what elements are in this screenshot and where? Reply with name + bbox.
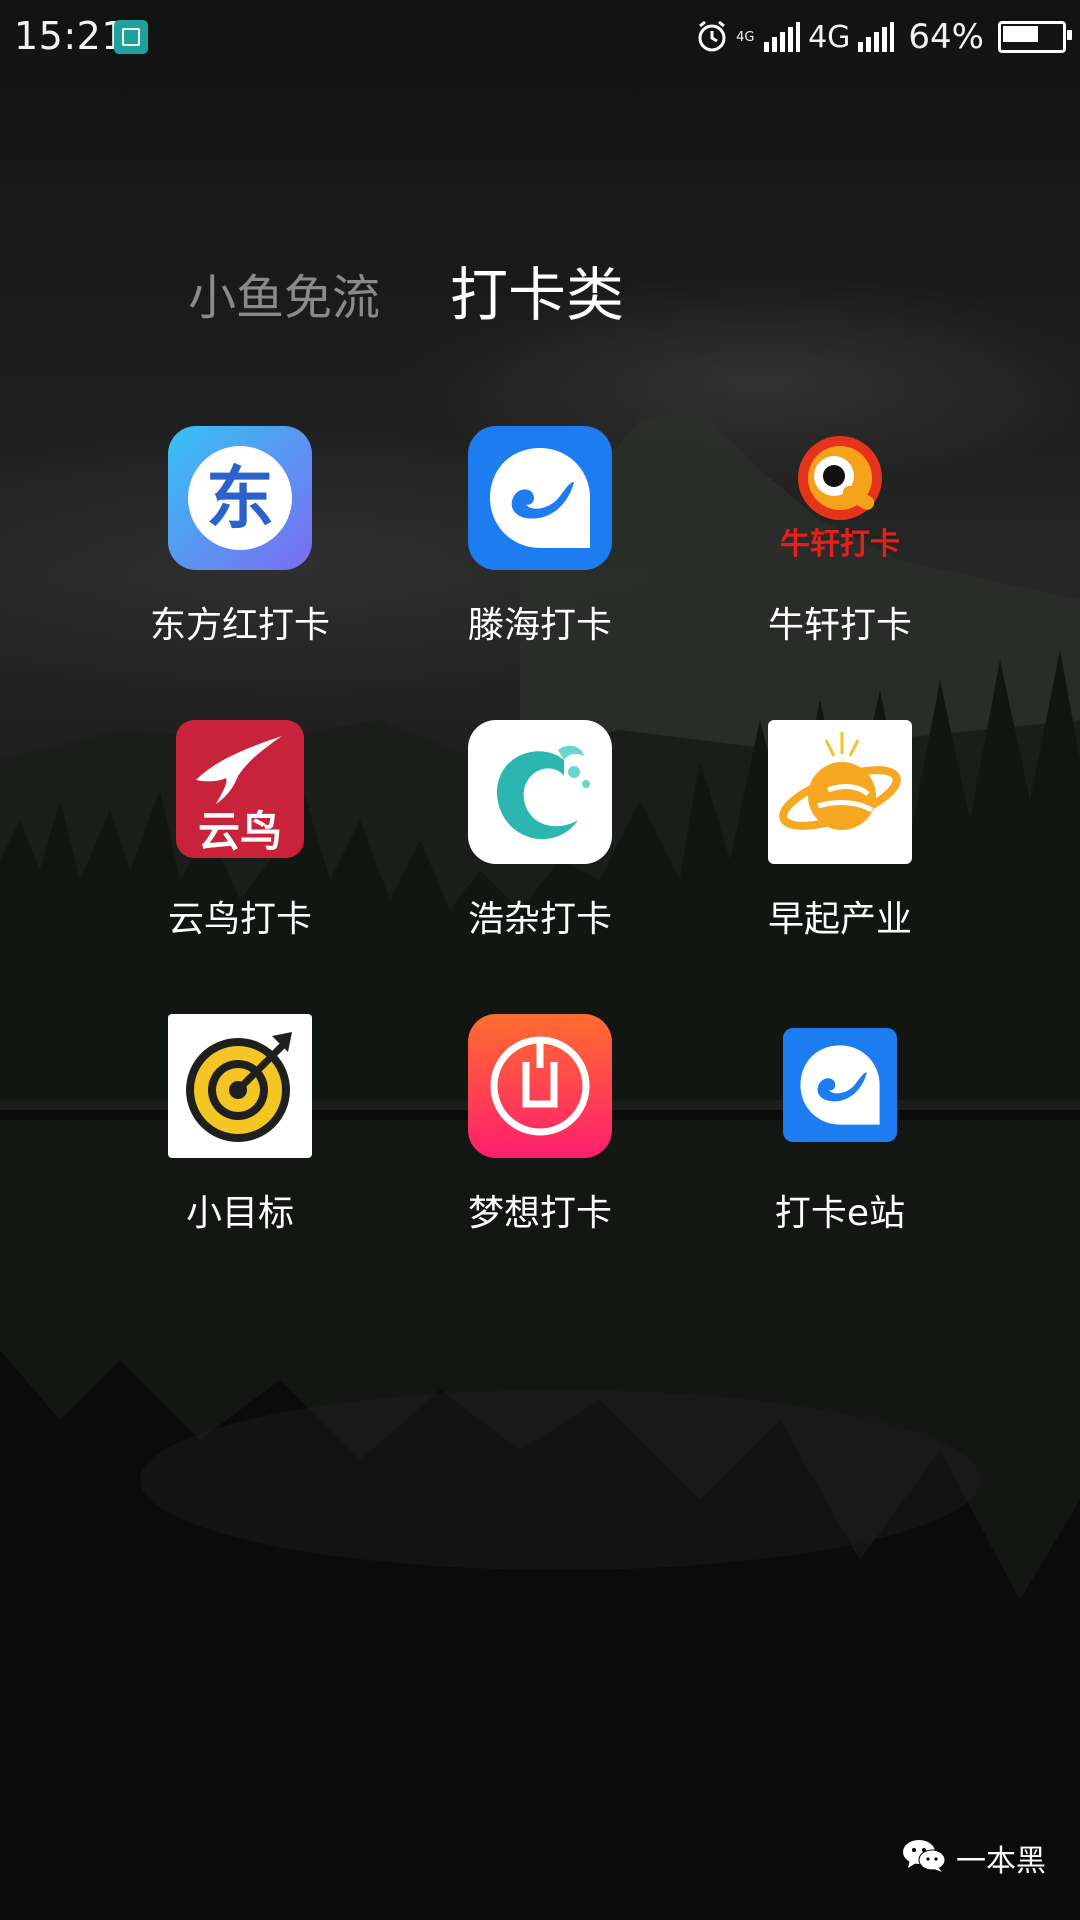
xiaomubiao-icon xyxy=(168,1014,312,1158)
home-screen: 15:21 4G 4G 64% 小鱼免流 打卡类 东 东方红打卡 滕海打卡 牛轩… xyxy=(0,0,1080,1920)
folder-tabs: 小鱼免流 打卡类 xyxy=(0,248,1080,329)
niuxuan-icon: 牛轩打卡 xyxy=(768,426,912,570)
dongfanghong-icon-text: 东 xyxy=(206,460,274,539)
alarm-icon xyxy=(696,20,728,54)
niuxuan-icon-text: 牛轩打卡 xyxy=(780,527,900,562)
app-niuxuan[interactable]: 牛轩打卡 牛轩打卡 xyxy=(720,426,960,656)
app-label: 梦想打卡 xyxy=(467,1193,612,1234)
app-xiaomubiao[interactable]: 小目标 xyxy=(120,1014,360,1244)
app-label: 云鸟打卡 xyxy=(167,899,312,940)
dongfanghong-icon: 东 xyxy=(168,426,312,570)
tab-xiaoyu[interactable]: 小鱼免流 xyxy=(188,258,380,328)
screenshot-indicator-icon xyxy=(114,20,148,54)
watermark: 一本黑 xyxy=(902,1836,1046,1880)
signal-strength-icon xyxy=(764,22,801,52)
mengxiang-icon xyxy=(468,1014,612,1158)
app-label: 浩杂打卡 xyxy=(467,899,612,940)
tab-daka[interactable]: 打卡类 xyxy=(450,248,624,332)
app-label: 东方红打卡 xyxy=(149,605,330,646)
dakaezhan-icon xyxy=(783,1028,897,1142)
app-dongfanghong[interactable]: 东 东方红打卡 xyxy=(120,426,360,656)
app-label: 滕海打卡 xyxy=(467,605,612,646)
status-icons: 4G 4G 64% xyxy=(696,14,1072,60)
app-tenghai[interactable]: 滕海打卡 xyxy=(420,426,660,656)
app-label: 牛轩打卡 xyxy=(767,605,912,646)
network-type: 4G xyxy=(808,19,851,55)
battery-level xyxy=(1003,26,1038,42)
battery-icon xyxy=(998,21,1072,53)
network-type-small: 4G xyxy=(736,29,755,45)
battery-percent: 64% xyxy=(908,17,984,57)
tenghai-icon xyxy=(468,426,612,570)
haoza-icon xyxy=(468,720,612,864)
zaoqi-icon xyxy=(768,720,912,864)
app-label: 早起产业 xyxy=(767,899,912,940)
yunniao-icon: 云鸟 xyxy=(176,720,304,858)
app-label: 小目标 xyxy=(185,1193,294,1234)
signal-strength-2-icon xyxy=(858,22,895,52)
app-label: 打卡e站 xyxy=(774,1193,906,1234)
watermark-text: 一本黑 xyxy=(956,1844,1046,1879)
yunniao-icon-text: 云鸟 xyxy=(198,807,282,856)
app-dakaezhan[interactable]: 打卡e站 xyxy=(720,1014,960,1244)
app-mengxiang[interactable]: 梦想打卡 xyxy=(420,1014,660,1244)
app-haoza[interactable]: 浩杂打卡 xyxy=(420,720,660,950)
status-bar: 15:21 4G 4G 64% xyxy=(0,0,1080,78)
app-yunniao[interactable]: 云鸟 云鸟打卡 xyxy=(120,720,360,950)
wechat-icon xyxy=(902,1838,946,1878)
status-time: 15:21 xyxy=(14,14,127,58)
app-zaoqi[interactable]: 早起产业 xyxy=(720,720,960,950)
